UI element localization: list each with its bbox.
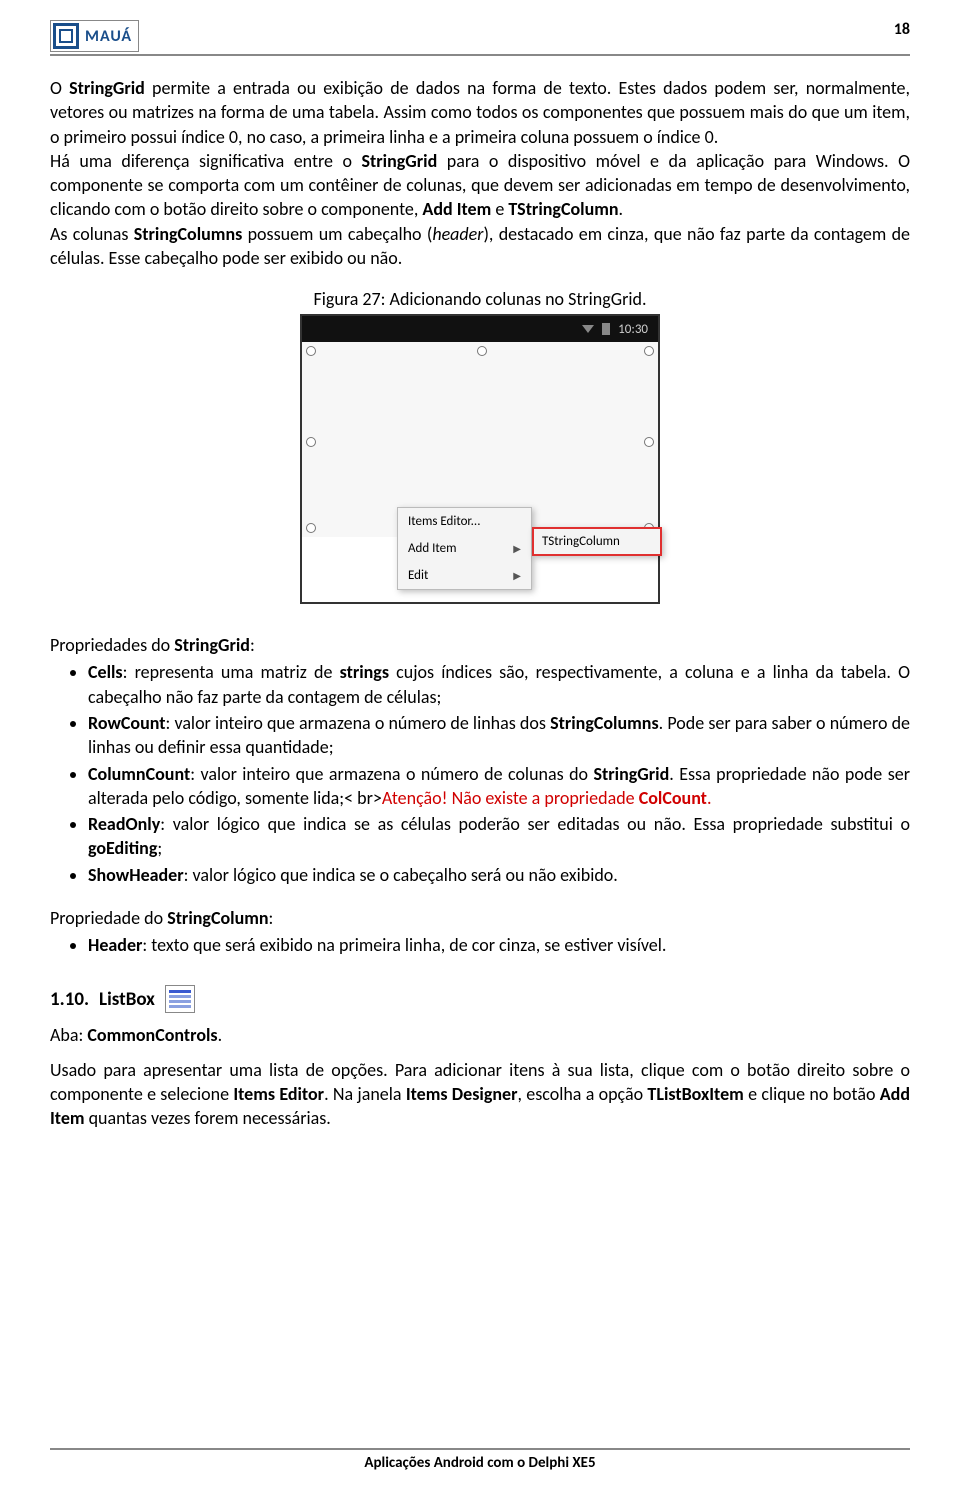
resize-handle bbox=[644, 437, 654, 447]
section-title: ListBox bbox=[99, 988, 155, 1011]
text: . bbox=[218, 1024, 223, 1046]
resize-handle bbox=[306, 437, 316, 447]
text-bold: StringGrid bbox=[69, 77, 145, 99]
android-statusbar: 10:30 bbox=[302, 316, 658, 342]
section-heading: 1.10. ListBox bbox=[50, 985, 910, 1013]
props-stringcolumn-title: Propriedade do StringColumn: bbox=[50, 907, 910, 929]
text: : representa uma matriz de bbox=[123, 661, 340, 683]
text: : bbox=[250, 634, 255, 656]
text: Há uma diferença significativa entre o bbox=[50, 150, 362, 172]
chevron-right-icon: ▶ bbox=[513, 542, 521, 555]
resize-handle bbox=[644, 346, 654, 356]
text-warning: Atenção! Não existe a propriedade bbox=[382, 787, 639, 809]
listbox-icon bbox=[165, 985, 195, 1013]
prop-rowcount: RowCount: valor inteiro que armazena o n… bbox=[88, 711, 910, 760]
footer-text: Aplicações Android com o Delphi XE5 bbox=[50, 1454, 910, 1472]
footer-divider bbox=[50, 1448, 910, 1450]
menu-add-item[interactable]: Add Item ▶ bbox=[398, 535, 531, 562]
text-bold: StringColumns bbox=[134, 223, 243, 245]
text-warning: . bbox=[707, 787, 712, 809]
text: e bbox=[491, 198, 508, 220]
intro-paragraph: O StringGrid permite a entrada ou exibiç… bbox=[50, 76, 910, 270]
text-bold: Items Editor bbox=[233, 1083, 324, 1105]
resize-handle bbox=[306, 523, 316, 533]
text-bold: goEditing bbox=[88, 837, 157, 859]
page-number: 18 bbox=[894, 20, 910, 39]
text: possuem um cabeçalho ( bbox=[242, 223, 432, 245]
text-bold: StringColumns bbox=[550, 712, 659, 734]
text-bold: Add Item bbox=[422, 198, 491, 220]
props-stringgrid-title: Propriedades do StringGrid: bbox=[50, 634, 910, 656]
text: : valor lógico que indica se o cabeçalho… bbox=[184, 864, 618, 886]
prop-cells: Cells: representa uma matriz de strings … bbox=[88, 660, 910, 709]
text: : valor inteiro que armazena o número de… bbox=[165, 712, 550, 734]
logo-icon bbox=[53, 23, 79, 49]
logo-text: MAUÁ bbox=[85, 27, 132, 46]
text-warning-bold: ColCount bbox=[639, 787, 707, 809]
chevron-right-icon: ▶ bbox=[513, 569, 521, 582]
listbox-aba: Aba: CommonControls. bbox=[50, 1023, 910, 1047]
text: Propriedades do bbox=[50, 634, 174, 656]
battery-icon bbox=[602, 323, 610, 335]
header-divider bbox=[50, 54, 910, 56]
menu-label: Add Item bbox=[408, 541, 456, 556]
menu-edit[interactable]: Edit ▶ bbox=[398, 562, 531, 589]
text-bold: RowCount bbox=[88, 712, 165, 734]
menu-label: TStringColumn bbox=[542, 534, 620, 549]
menu-label: Items Editor... bbox=[408, 514, 481, 529]
text: . Na janela bbox=[324, 1083, 406, 1105]
text-italic: header bbox=[432, 223, 483, 245]
text: , escolha a opção bbox=[517, 1083, 647, 1105]
text: : bbox=[269, 907, 274, 929]
text-bold: strings bbox=[340, 661, 389, 683]
prop-readonly: ReadOnly: valor lógico que indica se as … bbox=[88, 812, 910, 861]
text: As colunas bbox=[50, 223, 134, 245]
resize-handle bbox=[477, 346, 487, 356]
text: . bbox=[619, 198, 624, 220]
page-header: MAUÁ 18 bbox=[50, 20, 910, 52]
logo: MAUÁ bbox=[50, 20, 139, 52]
text-bold: StringGrid bbox=[362, 150, 438, 172]
menu-label: Edit bbox=[408, 568, 428, 583]
props-stringgrid-list: Cells: representa uma matriz de strings … bbox=[50, 660, 910, 887]
text: Aba: bbox=[50, 1024, 87, 1046]
text: quantas vezes forem necessárias. bbox=[85, 1107, 331, 1129]
text-bold: TListBoxItem bbox=[647, 1083, 743, 1105]
menu-items-editor[interactable]: Items Editor... bbox=[398, 508, 531, 535]
wifi-icon bbox=[582, 325, 594, 333]
text-bold: Cells bbox=[88, 661, 123, 683]
text: : valor inteiro que armazena o número de… bbox=[190, 763, 593, 785]
page-footer: Aplicações Android com o Delphi XE5 bbox=[50, 1448, 910, 1472]
text-bold: CommonControls bbox=[87, 1024, 217, 1046]
text: O bbox=[50, 77, 69, 99]
text: Propriedade do bbox=[50, 907, 167, 929]
text-bold: Header bbox=[88, 934, 142, 956]
text-bold: ColumnCount bbox=[88, 763, 190, 785]
text: ; bbox=[157, 837, 162, 859]
text-bold: TStringColumn bbox=[508, 198, 618, 220]
text-bold: ShowHeader bbox=[88, 864, 184, 886]
figure-screenshot: 10:30 Items Editor... Add Item ▶ Edit ▶ bbox=[300, 314, 660, 604]
text: : valor lógico que indica se as células … bbox=[160, 813, 910, 835]
section-number: 1.10. bbox=[50, 988, 89, 1011]
text-bold: ReadOnly bbox=[88, 813, 160, 835]
text-bold: Items Designer bbox=[406, 1083, 518, 1105]
status-time: 10:30 bbox=[618, 322, 648, 337]
figure-caption: Figura 27: Adicionando colunas no String… bbox=[50, 288, 910, 310]
text-bold: StringColumn bbox=[167, 907, 268, 929]
text-bold: StringGrid bbox=[594, 763, 670, 785]
text: : texto que será exibido na primeira lin… bbox=[142, 934, 666, 956]
resize-handle bbox=[306, 346, 316, 356]
context-menu[interactable]: Items Editor... Add Item ▶ Edit ▶ bbox=[397, 507, 532, 590]
submenu-tstringcolumn[interactable]: TStringColumn bbox=[532, 527, 662, 556]
prop-header: Header: texto que será exibido na primei… bbox=[88, 933, 910, 957]
text: e clique no botão bbox=[744, 1083, 880, 1105]
text-bold: StringGrid bbox=[174, 634, 250, 656]
props-stringcolumn-list: Header: texto que será exibido na primei… bbox=[50, 933, 910, 957]
text: permite a entrada ou exibição de dados n… bbox=[50, 77, 910, 148]
prop-columncount: ColumnCount: valor inteiro que armazena … bbox=[88, 762, 910, 811]
prop-showheader: ShowHeader: valor lógico que indica se o… bbox=[88, 863, 910, 887]
listbox-description: Usado para apresentar uma lista de opçõe… bbox=[50, 1058, 910, 1131]
